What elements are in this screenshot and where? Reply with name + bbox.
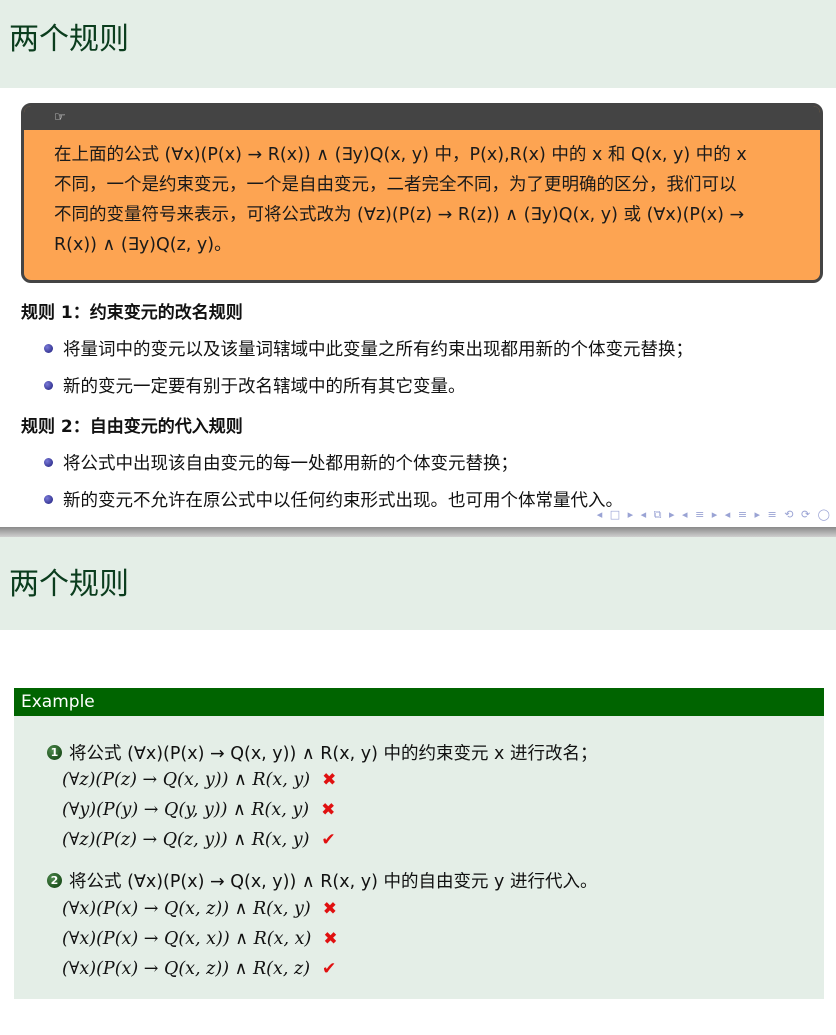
enum-item: 1 将公式 (∀x)(P(x) → Q(x, y)) ∧ R(x, y) 中的约束… xyxy=(47,740,597,765)
note-header: ☞ xyxy=(24,106,820,130)
formula-row: (∀x)(P(x) → Q(x, z)) ∧ R(x, y) ✖ xyxy=(62,899,337,919)
formula: (∀z)(P(z) → Q(x, y)) ∧ R(x, y) xyxy=(62,770,311,790)
formula-row: (∀z)(P(z) → Q(x, y)) ∧ R(x, y) ✖ xyxy=(62,770,336,790)
formula: (∀z)(P(z) → Q(z, y)) ∧ R(x, y) xyxy=(62,830,310,850)
note-line: 不同，一个是约束变元，一个是自由变元，二者完全不同，为了更明确的区分，我们可以 xyxy=(54,175,737,195)
slide-1: 两个规则 ☞ 在上面的公式 (∀x)(P(x) → R(x)) ∧ (∃y)Q(… xyxy=(0,0,836,527)
example-header: Example xyxy=(14,688,824,716)
title-bar: 两个规则 xyxy=(0,0,836,88)
cross-icon: ✖ xyxy=(321,800,336,820)
check-icon: ✔ xyxy=(322,959,337,979)
bullet-icon xyxy=(44,343,53,353)
rule2-title: 规则 2：自由变元的代入规则 xyxy=(21,417,243,437)
bullet-text: 将量词中的变元以及该量词辖域中此变量之所有约束出现都用新的个体变元替换； xyxy=(63,340,693,360)
example-label: Example xyxy=(21,692,95,712)
formula: (∀x)(P(x) → Q(x, z)) ∧ R(x, z) xyxy=(62,959,311,979)
list-item: 新的变元一定要有别于改名辖域中的所有其它变量。 xyxy=(44,373,466,398)
enum-item: 2 将公式 (∀x)(P(x) → Q(x, y)) ∧ R(x, y) 中的自由… xyxy=(47,868,597,893)
pointing-hand-icon: ☞ xyxy=(54,110,66,125)
note-line: 不同的变量符号来表示，可将公式改为 (∀z)(P(z) → R(z)) ∧ (∃… xyxy=(54,205,745,225)
slide-divider xyxy=(0,527,836,537)
formula-row: (∀x)(P(x) → Q(x, z)) ∧ R(x, z) ✔ xyxy=(62,959,336,979)
enum-number: 1 xyxy=(47,744,62,760)
list-item: 新的变元不允许在原公式中以任何约束形式出现。也可用个体常量代入。 xyxy=(44,487,623,512)
formula: (∀x)(P(x) → Q(x, x)) ∧ R(x, x) xyxy=(62,929,312,949)
formula: (∀x)(P(x) → Q(x, z)) ∧ R(x, y) xyxy=(62,899,311,919)
bullet-text: 新的变元不允许在原公式中以任何约束形式出现。也可用个体常量代入。 xyxy=(63,491,623,511)
beamer-navigation[interactable]: ◂ □ ▸ ◂ ⧉ ▸ ◂ ≡ ▸ ◂ ≡ ▸ ≡ ⟲ ⟳ ◯ xyxy=(597,508,832,522)
title-bar: 两个规则 xyxy=(0,537,836,630)
bullet-text: 将公式中出现该自由变元的每一处都用新的个体变元替换； xyxy=(63,454,518,474)
cross-icon: ✖ xyxy=(323,929,338,949)
slide-2: 两个规则 Example 1 将公式 (∀x)(P(x) → Q(x, y)) ∧… xyxy=(0,537,836,1035)
note-line: R(x)) ∧ (∃y)Q(z, y)。 xyxy=(54,235,232,255)
enum-text: 将公式 (∀x)(P(x) → Q(x, y)) ∧ R(x, y) 中的约束变… xyxy=(69,744,598,764)
formula-row: (∀y)(P(y) → Q(y, y)) ∧ R(x, y) ✖ xyxy=(62,800,335,820)
enum-number: 2 xyxy=(47,872,62,888)
slide-title: 两个规则 xyxy=(9,567,129,602)
slide-title: 两个规则 xyxy=(9,22,129,57)
note-box: ☞ 在上面的公式 (∀x)(P(x) → R(x)) ∧ (∃y)Q(x, y)… xyxy=(21,103,823,283)
bullet-text: 新的变元一定要有别于改名辖域中的所有其它变量。 xyxy=(63,377,466,397)
note-line: 在上面的公式 (∀x)(P(x) → R(x)) ∧ (∃y)Q(x, y) 中… xyxy=(54,145,747,165)
formula: (∀y)(P(y) → Q(y, y)) ∧ R(x, y) xyxy=(62,800,310,820)
bullet-icon xyxy=(44,380,53,390)
rule1-title: 规则 1：约束变元的改名规则 xyxy=(21,303,243,323)
cross-icon: ✖ xyxy=(322,899,337,919)
cross-icon: ✖ xyxy=(322,770,337,790)
formula-row: (∀x)(P(x) → Q(x, x)) ∧ R(x, x) ✖ xyxy=(62,929,338,949)
note-text: 在上面的公式 (∀x)(P(x) → R(x)) ∧ (∃y)Q(x, y) 中… xyxy=(54,140,799,260)
enum-text: 将公式 (∀x)(P(x) → Q(x, y)) ∧ R(x, y) 中的自由变… xyxy=(69,872,598,892)
bullet-icon xyxy=(44,494,53,504)
example-body: 1 将公式 (∀x)(P(x) → Q(x, y)) ∧ R(x, y) 中的约束… xyxy=(14,716,824,999)
list-item: 将量词中的变元以及该量词辖域中此变量之所有约束出现都用新的个体变元替换； xyxy=(44,336,693,361)
list-item: 将公式中出现该自由变元的每一处都用新的个体变元替换； xyxy=(44,450,518,475)
bullet-icon xyxy=(44,457,53,467)
formula-row: (∀z)(P(z) → Q(z, y)) ∧ R(x, y) ✔ xyxy=(62,830,336,850)
check-icon: ✔ xyxy=(321,830,336,850)
